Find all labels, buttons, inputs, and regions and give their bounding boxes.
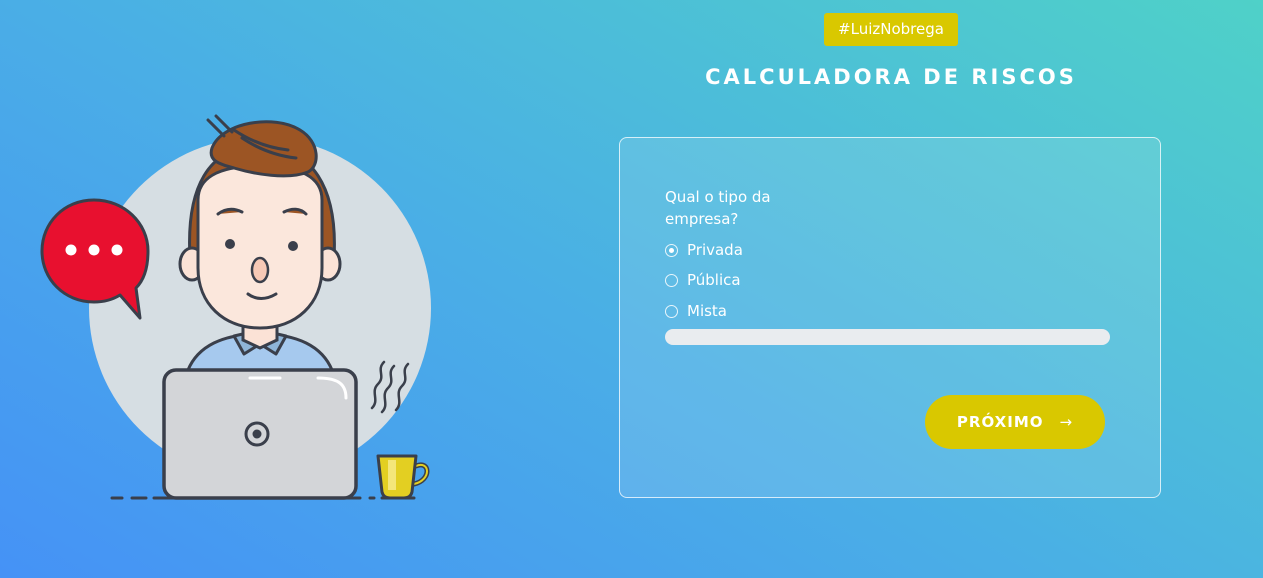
risk-form-card: Qual o tipo da empresa? Privada Pública … <box>619 137 1161 498</box>
hashtag-badge-link[interactable]: #LuizNobrega <box>824 13 958 46</box>
nose <box>250 256 270 284</box>
person-with-laptop-illustration <box>40 114 431 500</box>
page-title: CALCULADORA DE RISCOS <box>705 65 1077 89</box>
next-button[interactable]: PRÓXIMO → <box>925 395 1105 449</box>
option-publica[interactable]: Pública <box>665 270 741 290</box>
option-label-publica: Pública <box>687 271 741 289</box>
radio-privada-icon[interactable] <box>665 243 678 257</box>
radio-publica-icon[interactable] <box>665 273 678 287</box>
next-button-label: PRÓXIMO <box>956 413 1044 431</box>
arrow-right-icon: → <box>1059 412 1074 431</box>
face <box>196 164 324 330</box>
speech-bubble-icon <box>40 198 150 320</box>
option-mista[interactable]: Mista <box>665 301 727 321</box>
option-label-mista: Mista <box>687 302 727 320</box>
option-label-privada: Privada <box>687 241 743 259</box>
progress-bar <box>665 329 1110 345</box>
question-label: Qual o tipo da empresa? <box>665 188 771 228</box>
right-eye <box>288 241 298 251</box>
laptop-icon <box>162 368 358 500</box>
radio-mista-icon[interactable] <box>665 304 678 318</box>
option-privada[interactable]: Privada <box>665 240 743 260</box>
left-eye <box>225 239 235 249</box>
